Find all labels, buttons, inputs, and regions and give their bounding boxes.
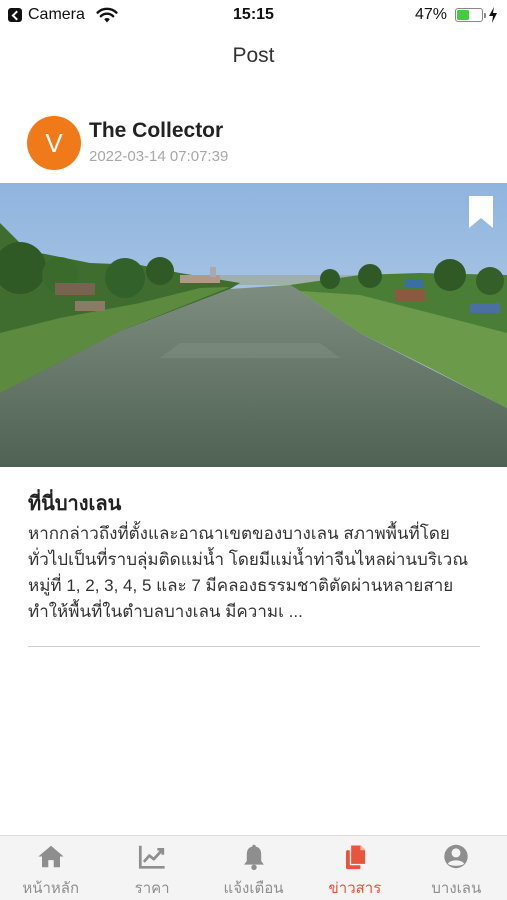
battery-icon xyxy=(455,8,486,22)
bell-icon xyxy=(243,844,264,870)
tab-price[interactable]: ราคา xyxy=(101,836,202,900)
tab-price-label: ราคา xyxy=(134,880,170,897)
avatar[interactable]: V xyxy=(27,116,81,170)
tab-notifications-label: แจ้งเตือน xyxy=(223,880,284,897)
page-title: Post xyxy=(232,44,275,67)
battery-percent: 47% xyxy=(414,6,447,23)
tab-news-label: ข่าวสาร xyxy=(328,880,382,897)
divider xyxy=(28,646,480,647)
tab-home[interactable]: หน้าหลัก xyxy=(0,836,101,900)
author-name[interactable]: The Collector xyxy=(89,119,223,143)
tab-home-label: หน้าหลัก xyxy=(22,880,80,897)
news-icon xyxy=(345,844,367,870)
post-excerpt[interactable]: หากกล่าวถึงที่ตั้งและอาณาเขตของบางเลน สภ… xyxy=(28,521,480,625)
profile-icon xyxy=(444,844,469,869)
tab-bang-len-label: บางเลน xyxy=(431,880,482,897)
bookmark-icon[interactable] xyxy=(469,196,493,228)
post-date: 2022-03-14 07:07:39 xyxy=(89,148,229,165)
tab-bang-len[interactable]: บางเลน xyxy=(406,836,507,900)
tab-bar: หน้าหลัก ราคา แจ้งเตือน ข่าวสาร บางเลน xyxy=(0,835,507,900)
post-image[interactable] xyxy=(0,183,507,467)
home-icon xyxy=(38,845,64,868)
post-title[interactable]: ที่นี่บางเลน xyxy=(28,487,121,519)
river-photo xyxy=(0,183,507,467)
charging-bolt-icon xyxy=(489,7,497,23)
chart-icon xyxy=(139,845,165,869)
tab-news[interactable]: ข่าวสาร xyxy=(304,836,405,900)
status-bar: Camera 15:15 47% xyxy=(0,0,507,30)
tab-notifications[interactable]: แจ้งเตือน xyxy=(203,836,304,900)
